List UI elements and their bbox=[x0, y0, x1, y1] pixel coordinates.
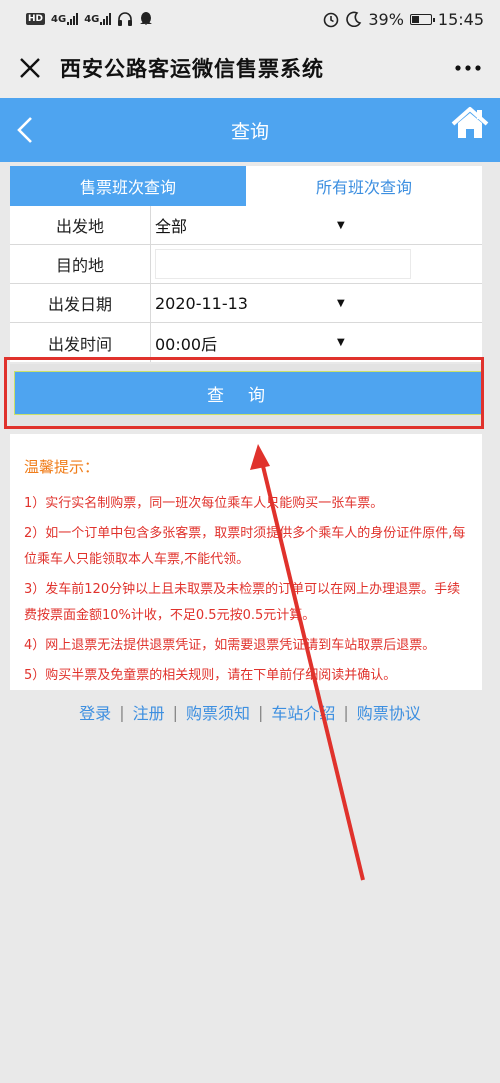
moon-icon bbox=[346, 11, 362, 27]
footer-links: 登录 | 注册 | 购票须知 | 车站介绍 | 购票协议 bbox=[0, 700, 500, 724]
battery-percent: 39% bbox=[368, 9, 404, 29]
dropdown-arrow-icon: ▼ bbox=[337, 297, 345, 309]
notice-item: 1）实行实名制购票，同一班次每位乘车人只能购买一张车票。 bbox=[24, 496, 384, 511]
status-left: HD 4G 4G bbox=[26, 11, 153, 27]
notice-title: 温馨提示： bbox=[24, 458, 100, 476]
destination-label: 目的地 bbox=[10, 245, 151, 283]
notice-item: 5）购买半票及免童票的相关规则，请在下单前仔细阅读并确认。 bbox=[24, 668, 397, 683]
app-header: 查询 bbox=[0, 98, 500, 162]
page-title: 西安公路客运微信售票系统 bbox=[60, 57, 324, 81]
date-label: 出发日期 bbox=[10, 284, 151, 322]
battery-icon bbox=[409, 13, 435, 25]
tab-all-schedules[interactable]: 所有班次查询 bbox=[246, 166, 482, 206]
dropdown-arrow-icon: ▼ bbox=[337, 219, 345, 231]
signal-1: 4G bbox=[51, 13, 79, 25]
login-link[interactable]: 登录 bbox=[79, 700, 111, 724]
highlight-box bbox=[4, 357, 484, 429]
tab-ticket-query[interactable]: 售票班次查询 bbox=[10, 166, 246, 206]
notice-item: 3）发车前120分钟以上且未取票及未检票的订单可以在网上办理退票。手续费按票面金… bbox=[24, 582, 461, 623]
status-bar: HD 4G 4G 39% 15:45 bbox=[0, 0, 500, 38]
destination-input[interactable] bbox=[155, 249, 411, 279]
destination-row: 目的地 bbox=[10, 245, 482, 284]
departure-label: 出发地 bbox=[10, 206, 151, 244]
signal-bars-icon bbox=[67, 13, 79, 25]
close-icon[interactable] bbox=[0, 38, 60, 98]
headphones-icon bbox=[118, 12, 133, 26]
header-title: 查询 bbox=[230, 120, 269, 143]
query-tabs: 售票班次查询 所有班次查询 bbox=[10, 166, 482, 206]
signal-2: 4G bbox=[84, 13, 112, 25]
purchase-notes-link[interactable]: 购票须知 bbox=[186, 700, 250, 724]
clock: 15:45 bbox=[437, 9, 484, 29]
register-link[interactable]: 注册 bbox=[133, 700, 165, 724]
notice-item: 4）网上退票无法提供退票凭证，如需要退票凭证请到车站取票后退票。 bbox=[24, 638, 436, 653]
departure-row: 出发地 全部 ▼ bbox=[10, 206, 482, 245]
notice-panel: 温馨提示： 1）实行实名制购票，同一班次每位乘车人只能购买一张车票。 2）如一个… bbox=[10, 434, 482, 690]
qq-icon bbox=[140, 12, 153, 25]
departure-value: 全部 bbox=[155, 217, 188, 236]
hd-badge: HD bbox=[26, 13, 46, 25]
signal-bars-icon bbox=[100, 13, 112, 25]
station-intro-link[interactable]: 车站介绍 bbox=[271, 700, 335, 724]
wechat-title-bar: 西安公路客运微信售票系统 bbox=[0, 38, 500, 98]
notice-item: 2）如一个订单中包含多张客票，取票时须提供多个乘车人的身份证件原件,每位乘车人只… bbox=[24, 526, 466, 567]
link-separator: | bbox=[343, 702, 349, 722]
link-separator: | bbox=[172, 702, 178, 722]
home-icon[interactable] bbox=[450, 104, 490, 144]
destination-cell bbox=[151, 245, 482, 283]
departure-select[interactable]: 全部 ▼ bbox=[151, 206, 482, 244]
status-right: 39% 15:45 bbox=[322, 10, 484, 29]
link-separator: | bbox=[119, 702, 125, 722]
alarm-icon bbox=[324, 12, 339, 28]
purchase-agreement-link[interactable]: 购票协议 bbox=[357, 700, 421, 724]
time-value: 00:00后 bbox=[155, 334, 218, 354]
query-form: 出发地 全部 ▼ 目的地 出发日期 2020-11-13 ▼ 出发时间 00:0… bbox=[10, 206, 482, 362]
dropdown-arrow-icon: ▼ bbox=[337, 337, 345, 348]
link-separator: | bbox=[258, 702, 264, 722]
date-value: 2020-11-13 bbox=[155, 293, 248, 313]
back-icon[interactable] bbox=[16, 98, 56, 162]
date-select[interactable]: 2020-11-13 ▼ bbox=[151, 284, 482, 322]
date-row: 出发日期 2020-11-13 ▼ bbox=[10, 284, 482, 323]
more-icon[interactable] bbox=[436, 38, 500, 98]
